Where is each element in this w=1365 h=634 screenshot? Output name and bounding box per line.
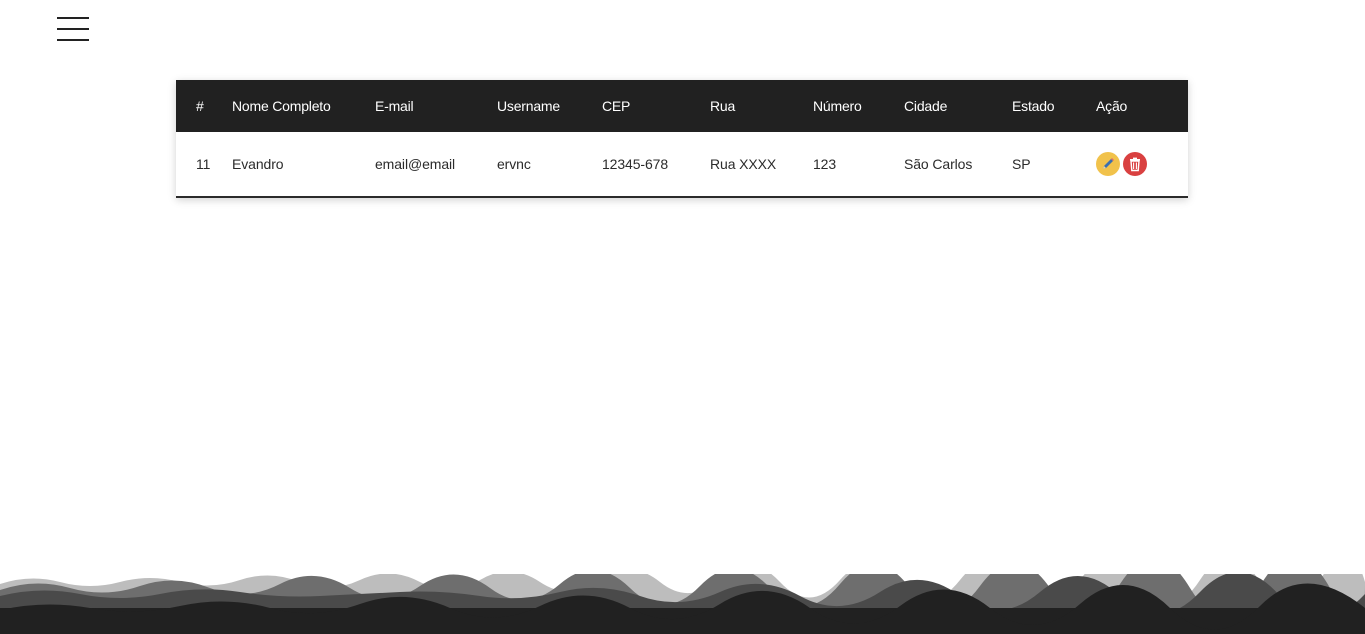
cell-username: ervnc (497, 156, 531, 172)
column-header-email: E-mail (375, 98, 414, 114)
column-header-cep: CEP (602, 98, 631, 114)
column-header-estado: Estado (1012, 98, 1055, 114)
users-table-container: # Nome Completo E-mail Username CEP Rua … (176, 80, 1188, 198)
menu-bar (57, 17, 89, 19)
cell-cidade: São Carlos (904, 156, 973, 172)
cell-numero: 123 (813, 156, 837, 172)
delete-button[interactable] (1123, 152, 1147, 176)
column-header-id: # (196, 98, 204, 114)
column-header-acao: Ação (1096, 98, 1128, 114)
cell-estado: SP (1012, 156, 1031, 172)
cell-cep: 12345-678 (602, 156, 669, 172)
cell-nome: Evandro (232, 156, 284, 172)
cell-acao (1096, 132, 1188, 197)
cell-email: email@email (375, 156, 456, 172)
hamburger-menu-button[interactable] (57, 17, 89, 41)
edit-button[interactable] (1096, 152, 1120, 176)
menu-bar (57, 39, 89, 41)
column-header-rua: Rua (710, 98, 736, 114)
table-header-row: # Nome Completo E-mail Username CEP Rua … (176, 80, 1188, 132)
menu-bar (57, 28, 89, 30)
table-row: 11 Evandro email@email ervnc 12345-678 R… (176, 132, 1188, 197)
column-header-username: Username (497, 98, 560, 114)
cell-id: 11 (196, 156, 211, 172)
footer-wave-decoration (0, 574, 1365, 634)
pencil-icon (1103, 158, 1114, 169)
cell-rua: Rua XXXX (710, 156, 777, 172)
column-header-cidade: Cidade (904, 98, 948, 114)
column-header-numero: Número (813, 98, 862, 114)
column-header-nome: Nome Completo (232, 98, 331, 114)
trash-icon (1130, 157, 1140, 172)
users-table: # Nome Completo E-mail Username CEP Rua … (176, 80, 1188, 198)
